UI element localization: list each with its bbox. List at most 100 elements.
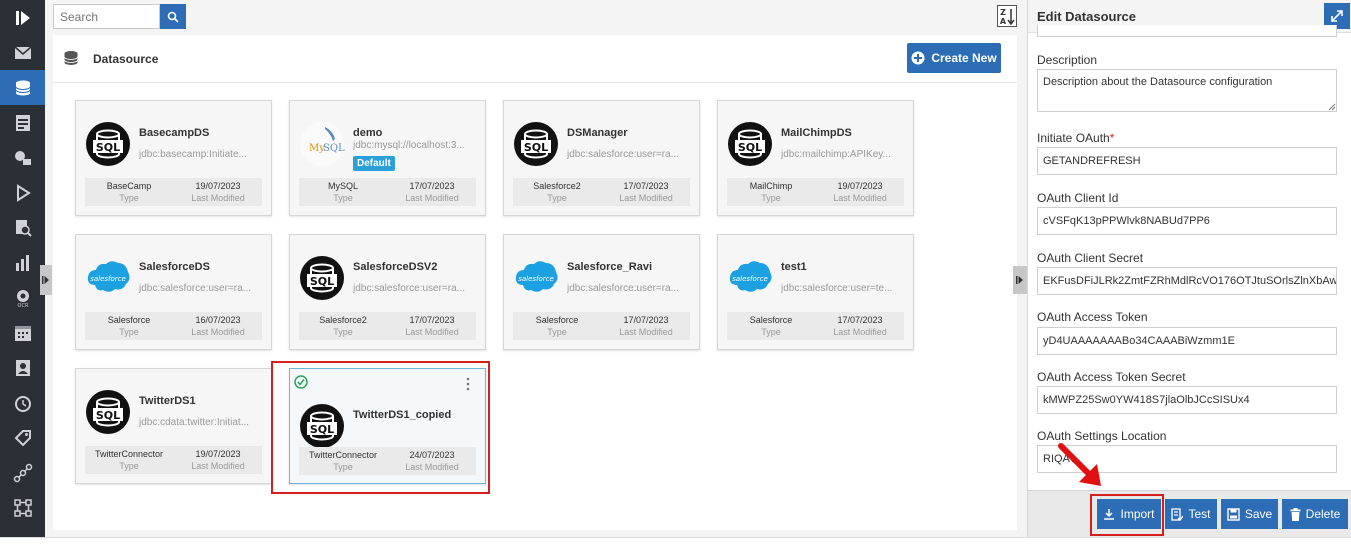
field-label: OAuth Client Secret [1037,251,1144,265]
salesforce-logo-icon: salesforce [87,261,130,292]
sql-logo-icon: SQL [86,122,130,166]
datasource-card[interactable]: salesforce test1 jdbc:salesforce:user=te..… [717,234,914,350]
save-button[interactable]: Save [1221,499,1278,529]
scrolled-field [1037,25,1337,37]
field-label: OAuth Client Id [1037,191,1119,205]
salesforce-logo-icon: salesforce [515,261,558,292]
card-modified: 19/07/2023 Last Modified [833,181,887,203]
description-textarea[interactable]: Description about the Datasource configu… [1037,69,1337,112]
card-type: Salesforce2 Type [533,181,581,203]
search-button[interactable] [160,4,186,29]
svg-text:SQL: SQL [524,141,548,154]
dashboard-icon[interactable] [0,140,45,175]
card-type: MailChimp Type [749,181,793,203]
card-url: jdbc:salesforce:user=ra... [139,283,251,294]
datasource-card[interactable]: SQL SalesforceDSV2 jdbc:salesforce:user=ra… [289,234,486,350]
salesforce-logo-icon: salesforce [729,261,772,292]
tag-icon[interactable] [0,420,45,455]
test-button[interactable]: Test [1165,499,1217,529]
field-input[interactable]: GETANDREFRESH [1037,147,1337,175]
test-doc-icon [1171,507,1184,521]
field-label: Description [1037,53,1098,67]
page-title: Datasource [93,52,159,66]
field-label: OAuth Access Token Secret [1037,370,1186,384]
datasource-card[interactable]: SQL BasecampDS jdbc:basecamp:Initiate... Ba… [75,100,272,216]
logo-icon[interactable] [0,0,45,35]
card-modified: 17/07/2023 Last Modified [405,315,459,337]
save-icon [1227,507,1240,521]
bottom-bar [0,537,1351,545]
mail-icon[interactable] [0,35,45,70]
workflow-icon[interactable] [0,455,45,490]
field-input[interactable]: cVSFqK13pPPWlvk8NABUd7PP6 [1037,207,1337,235]
resize-grip-icon[interactable] [1328,103,1336,111]
save-label: Save [1244,507,1273,521]
field-input[interactable]: yD4UAAAAAAABo34CAAABiWzmm1E [1037,327,1337,355]
card-footer: TwitterConnector Type 19/07/2023 Last Modif… [85,446,262,474]
card-type: Salesforce2 Type [319,315,367,337]
card-footer: Salesforce2 Type 17/07/2023 Last Modified [513,178,690,206]
card-type: Salesforce Type [107,315,151,337]
card-url: jdbc:salesforce:user=ra... [567,283,679,294]
svg-text:Z: Z [1000,8,1006,17]
report-icon[interactable] [0,105,45,140]
datasource-panel: Datasource Create New SQL BasecampDS jdbc:… [53,35,1017,530]
card-modified: 17/07/2023 Last Modified [619,181,673,203]
card-name: SalesforceDS [139,261,210,273]
collapse-sidebar-handle[interactable] [40,265,52,295]
svg-text:salesforce: salesforce [732,275,768,283]
card-type: BaseCamp Type [106,181,152,203]
card-modified: 17/07/2023 Last Modified [405,181,459,203]
datasource-header: Datasource Create New [53,35,1017,83]
datasource-icon[interactable] [0,70,45,105]
mysql-logo-icon: MySQL [300,122,345,166]
create-new-button[interactable]: Create New [907,43,1001,73]
datasource-card[interactable]: salesforce SalesforceDS jdbc:salesforce:us… [75,234,272,350]
sidebar: OCR [0,0,45,537]
chart-icon[interactable] [0,245,45,280]
contact-icon[interactable] [0,350,45,385]
field-input[interactable]: EKFusDFiJLRk2ZmtFZRhMdlRcVO176OTJtuSOrls… [1037,267,1337,295]
svg-text:SQL: SQL [323,143,345,154]
card-name: DSManager [567,127,628,139]
svg-text:salesforce: salesforce [90,275,126,283]
red-arrow-icon [1058,443,1101,486]
card-modified: 17/07/2023 Last Modified [833,315,887,337]
search-doc-icon[interactable] [0,210,45,245]
card-footer: BaseCamp Type 19/07/2023 Last Modified [85,178,262,206]
sql-logo-icon: SQL [86,390,130,434]
datasource-card[interactable]: salesforce Salesforce_Ravi jdbc:salesforce… [503,234,700,350]
delete-button[interactable]: Delete [1282,499,1348,529]
datasource-card[interactable]: SQL MailChimpDS jdbc:mailchimp:APIKey... Ma… [717,100,914,216]
ocr-gear-icon[interactable]: OCR [0,280,45,315]
card-footer: Salesforce Type 17/07/2023 Last Modified [727,312,904,340]
card-name: TwitterDS1 [139,395,196,407]
alarm-icon[interactable] [0,385,45,420]
datasource-card[interactable]: SQL TwitterDS1 jdbc:cdata:twitter:Initiat.… [75,368,272,484]
network-icon[interactable] [0,490,45,525]
field-input[interactable]: kMWPZ25Sw0YW418S7jlaOlbJCcSISUx4 [1037,386,1337,414]
card-name: MailChimpDS [781,127,852,139]
datasource-card[interactable]: SQL DSManager jdbc:salesforce:user=ra... Sa… [503,100,700,216]
card-footer: MailChimp Type 19/07/2023 Last Modified [727,178,904,206]
card-footer: Salesforce Type 17/07/2023 Last Modified [513,312,690,340]
card-url: jdbc:cdata:twitter:Initiat... [139,417,250,428]
expand-icon [1331,10,1343,22]
calendar-icon[interactable] [0,315,45,350]
datasource-card[interactable]: My SQL demo jdbc:mysql://localhost:3... Defa… [289,100,486,216]
edit-form: Description Description about the Datasou… [1028,25,1351,490]
card-modified: 19/07/2023 Last Modified [191,181,245,203]
card-type: Salesforce Type [749,315,793,337]
card-url: jdbc:mysql://localhost:3... [353,140,465,151]
play-icon[interactable] [0,175,45,210]
search-input[interactable] [53,4,160,29]
sort-za-icon[interactable]: Z A [997,5,1017,27]
field-label: OAuth Access Token [1037,310,1148,324]
sql-logo-icon: SQL [514,122,558,166]
card-name: BasecampDS [139,127,210,139]
chevron-right-icon [42,276,49,284]
card-type: TwitterConnector Type [94,449,164,471]
collapse-edit-panel-handle[interactable] [1013,266,1027,294]
plus-circle-icon [911,51,925,65]
card-modified: 16/07/2023 Last Modified [191,315,245,337]
